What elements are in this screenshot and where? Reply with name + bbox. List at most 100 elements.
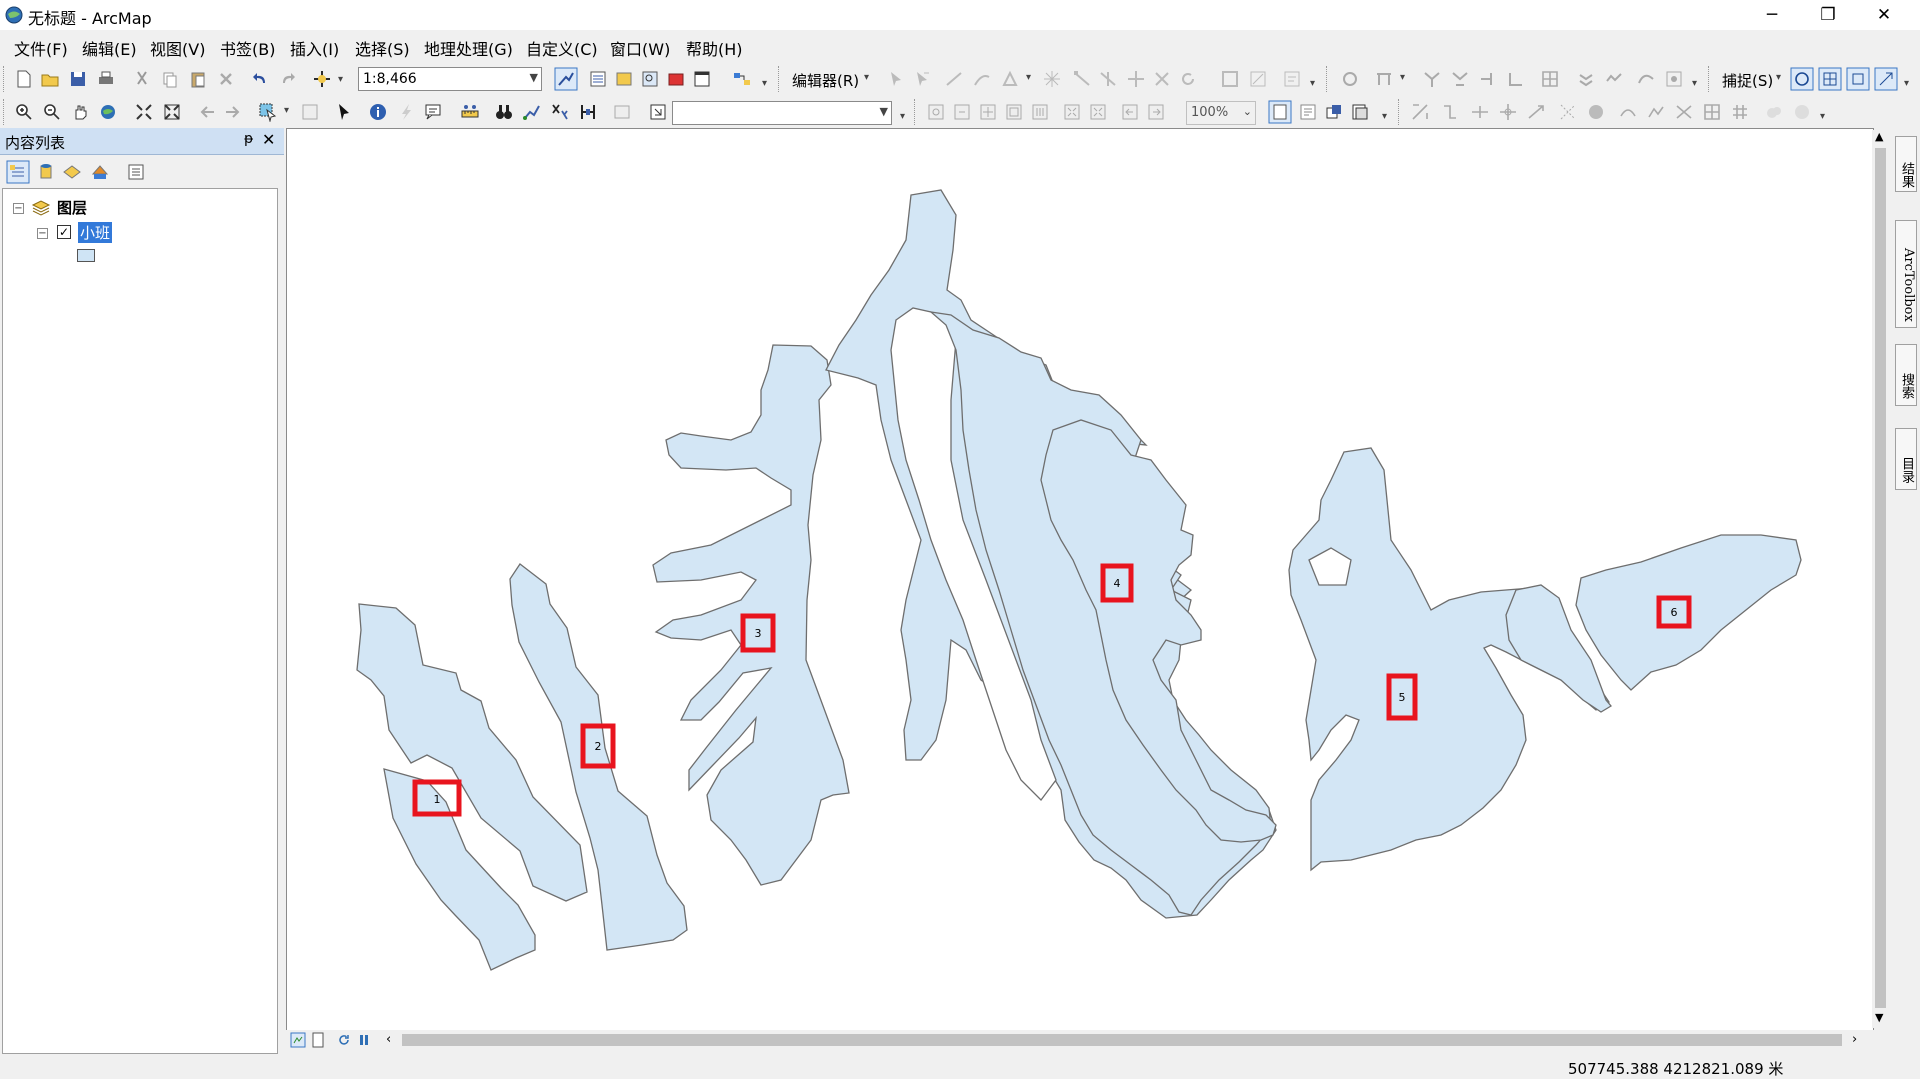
data-driven-pages-icon[interactable] [1350, 102, 1370, 122]
toc-close-icon[interactable]: ✕ [262, 130, 275, 149]
spatial-adjust-icon[interactable] [1558, 102, 1578, 122]
menu-bookmarks[interactable]: 书签(B) [220, 36, 275, 60]
print-icon[interactable] [96, 69, 116, 89]
end-snapping-icon[interactable] [1818, 67, 1842, 91]
go-back-extent-layout-icon[interactable] [1120, 102, 1140, 122]
align-to-shape-icon[interactable] [1664, 69, 1684, 89]
paste-icon[interactable] [188, 69, 208, 89]
menu-customize[interactable]: 自定义(C) [526, 36, 598, 60]
georef-control-points-icon[interactable] [1498, 102, 1518, 122]
editor-menu[interactable]: 编辑器(R) [792, 70, 859, 91]
pause-drawing-icon[interactable] [356, 1032, 372, 1048]
zoom-in-icon[interactable] [14, 102, 34, 122]
reshape-icon[interactable] [1072, 69, 1092, 89]
menu-file[interactable]: 文件(F) [14, 36, 68, 60]
smooth-icon[interactable] [1636, 69, 1656, 89]
trim-icon[interactable] [1506, 69, 1526, 89]
data-view-icon[interactable] [290, 1032, 306, 1048]
snapping-dropdown-arrow[interactable]: ▾ [1776, 72, 1781, 83]
menu-selection[interactable]: 选择(S) [355, 36, 410, 60]
undo-icon[interactable] [250, 69, 270, 89]
grid-icon[interactable] [1702, 102, 1722, 122]
go-to-xy-icon[interactable] [550, 102, 570, 122]
identify-icon[interactable] [368, 102, 388, 122]
menu-help[interactable]: 帮助(H) [686, 36, 743, 60]
edge-snapping-icon[interactable] [1874, 67, 1898, 91]
arctoolbox-icon[interactable] [666, 69, 686, 89]
layout-zoom-combo[interactable]: 100% ⌄ [1186, 101, 1256, 125]
legend-symbol-patch[interactable] [77, 249, 95, 262]
collapse-toggle-icon[interactable]: − [37, 228, 48, 239]
cut-polygons-icon[interactable] [1098, 69, 1118, 89]
menu-edit[interactable]: 编辑(E) [82, 36, 137, 60]
find-route-icon[interactable] [522, 102, 542, 122]
split-tool-icon[interactable] [1126, 69, 1146, 89]
cloud-icon[interactable] [1764, 102, 1784, 122]
straight-segment-icon[interactable] [944, 69, 964, 89]
georef-rotate-icon[interactable] [1440, 102, 1460, 122]
georef-scale-icon[interactable] [1410, 102, 1430, 122]
toolbar-grip[interactable] [3, 66, 10, 92]
list-by-drawing-order-icon[interactable] [6, 160, 30, 184]
interpolate-line-icon[interactable] [1674, 102, 1694, 122]
add-data-icon[interactable] [312, 69, 332, 89]
layout-view-icon[interactable] [310, 1032, 326, 1048]
layer-selector-icon[interactable] [648, 102, 668, 122]
layout-zoom-out-icon[interactable] [952, 102, 972, 122]
html-popup-icon[interactable] [424, 102, 444, 122]
create-viewer-window-icon[interactable] [612, 102, 632, 122]
layout-zoom-in-icon[interactable] [926, 102, 946, 122]
new-document-icon[interactable] [14, 69, 34, 89]
feature-label[interactable]: 5 [1399, 691, 1406, 704]
midpoint-icon[interactable] [1042, 69, 1062, 89]
zoom-out-icon[interactable] [42, 102, 62, 122]
scroll-left-icon[interactable]: ‹ [386, 1032, 391, 1047]
catalog-window-icon[interactable] [614, 69, 634, 89]
zoom-whole-page-icon[interactable] [1004, 102, 1024, 122]
advanced-editing-dropdown-arrow[interactable]: ▾ [1400, 72, 1405, 83]
find-binoculars-icon[interactable] [494, 102, 514, 122]
add-data-dropdown-arrow[interactable]: ▾ [338, 74, 343, 85]
layer-combo[interactable]: ▼ [672, 101, 892, 125]
toolbar-grip[interactable] [914, 99, 921, 125]
edit-tool-icon[interactable] [886, 69, 906, 89]
georef-shift-icon[interactable] [1470, 102, 1490, 122]
toolbar-grip[interactable] [3, 99, 10, 125]
sphere-icon[interactable] [1586, 102, 1606, 122]
toolbar-overflow-arrow[interactable]: ▾ [1692, 78, 1697, 89]
georef-link-icon[interactable] [1526, 102, 1546, 122]
toc-options-icon[interactable] [126, 162, 146, 182]
extend-icon[interactable] [1478, 69, 1498, 89]
restore-button[interactable]: ❐ [1800, 0, 1856, 30]
toolbar-grip[interactable] [1708, 66, 1715, 92]
toolbar-overflow-arrow[interactable]: ▾ [1310, 78, 1315, 89]
contour-icon[interactable] [1618, 102, 1638, 122]
select-elements-pointer-icon[interactable] [334, 102, 354, 122]
snapping-menu[interactable]: 捕捉(S) [1722, 70, 1773, 91]
full-extent-globe-icon[interactable] [98, 102, 118, 122]
vertex-dropdown-arrow[interactable]: ▾ [1026, 72, 1031, 83]
minimize-button[interactable]: ─ [1744, 0, 1800, 30]
clear-selection-icon[interactable] [300, 102, 320, 122]
close-button[interactable]: ✕ [1856, 0, 1912, 30]
dock-tab-results[interactable]: 结果 [1895, 136, 1917, 192]
toolbar-overflow-arrow[interactable]: ▾ [900, 111, 905, 122]
select-dropdown-arrow[interactable]: ▾ [284, 105, 289, 116]
copy-features-icon[interactable] [1422, 69, 1442, 89]
measure-icon[interactable] [460, 102, 480, 122]
menu-geoprocessing[interactable]: 地理处理(G) [424, 36, 513, 60]
refresh-icon[interactable] [336, 1032, 352, 1048]
collapse-toggle-icon[interactable]: − [13, 203, 24, 214]
map-polygon[interactable] [509, 563, 688, 951]
toolbar-grip[interactable] [1326, 66, 1333, 92]
line-intersection-icon[interactable] [1540, 69, 1560, 89]
back-extent-icon[interactable] [198, 102, 218, 122]
feature-label[interactable]: 2 [595, 740, 602, 753]
hyperlink-icon[interactable] [396, 102, 416, 122]
python-window-icon[interactable] [692, 69, 712, 89]
copy-icon[interactable] [160, 69, 180, 89]
toolbar-grip[interactable] [778, 66, 785, 92]
horizontal-scroll-thumb[interactable] [402, 1034, 1842, 1046]
time-slider-icon[interactable] [578, 102, 598, 122]
editor-dropdown-arrow[interactable]: ▾ [864, 72, 869, 83]
